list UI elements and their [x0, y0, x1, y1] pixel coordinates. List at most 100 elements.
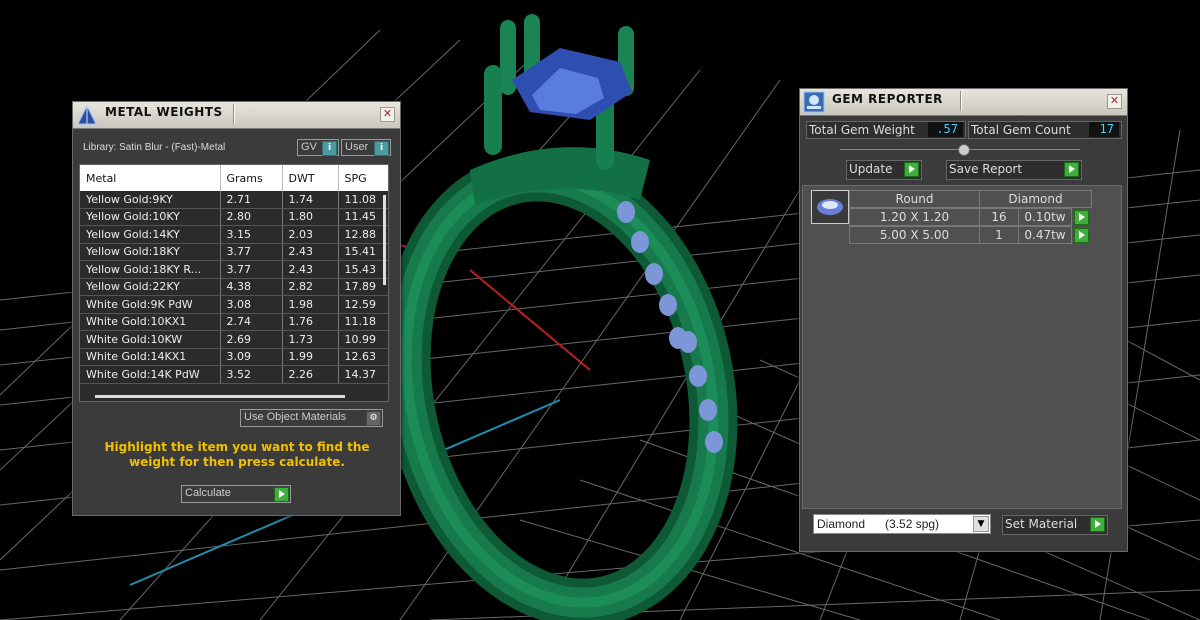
- table-row[interactable]: White Gold:10KX1 2.74 1.76 11.18: [80, 313, 388, 331]
- ring-model: [382, 14, 738, 620]
- gem-count: 16: [979, 208, 1019, 226]
- metal-table-container[interactable]: Metal Grams DWT SPG Yellow Gold:9KY 2.71 1.74…: [79, 164, 389, 402]
- total-gem-count-label: Total Gem Count: [971, 123, 1071, 137]
- table-row[interactable]: Yellow Gold:22KY 4.38 2.82 17.89: [80, 278, 388, 296]
- gem-reporter-logo-icon: [803, 91, 825, 113]
- gv-label: GV: [301, 141, 317, 153]
- table-cell: 1.99: [282, 348, 339, 366]
- calculate-label: Calculate: [185, 487, 231, 499]
- gem-thumbnail[interactable]: [811, 190, 849, 224]
- table-cell: 2.43: [282, 260, 339, 279]
- column-header-metal[interactable]: Metal: [80, 165, 221, 191]
- horizontal-scrollbar[interactable]: [95, 395, 345, 398]
- table-cell: 1.98: [282, 295, 339, 314]
- metal-weights-panel: METAL WEIGHTS ✕ Library: Satin Blur - (F…: [72, 101, 401, 516]
- calculate-button[interactable]: Calculate: [181, 485, 291, 503]
- table-cell: 10.99: [338, 330, 388, 349]
- column-header-dwt[interactable]: DWT: [282, 165, 339, 191]
- total-gem-weight-label: Total Gem Weight: [809, 123, 915, 137]
- table-cell: 3.77: [220, 260, 283, 279]
- table-cell: Yellow Gold:14KY: [80, 225, 221, 244]
- info-icon[interactable]: i: [322, 141, 337, 156]
- table-cell: White Gold:10KW: [80, 330, 221, 349]
- gem-list-area[interactable]: Round Diamond 1.20 X 1.20 16 0.10tw 5.00…: [802, 185, 1122, 509]
- table-cell: Yellow Gold:10KY: [80, 208, 221, 226]
- instruction-text: Highlight the item you want to find the …: [104, 440, 370, 469]
- close-icon[interactable]: ✕: [1107, 94, 1122, 109]
- update-label: Update: [849, 162, 893, 176]
- save-report-label: Save Report: [949, 162, 1023, 176]
- table-row[interactable]: White Gold:14K PdW 3.52 2.26 14.37: [80, 365, 388, 384]
- splitter-knob[interactable]: [958, 144, 970, 156]
- material-select-value: Diamond (3.52 spg): [817, 517, 940, 531]
- table-cell: 12.59: [338, 295, 388, 314]
- gem-row[interactable]: 5.00 X 5.00 1 0.47tw: [849, 226, 1109, 244]
- settings-icon[interactable]: ⚙: [366, 411, 381, 426]
- table-cell: 2.74: [220, 313, 283, 331]
- info-icon[interactable]: i: [374, 141, 389, 156]
- set-material-button[interactable]: Set Material: [1002, 515, 1108, 535]
- play-icon[interactable]: [274, 487, 289, 502]
- table-cell: 3.52: [220, 365, 283, 384]
- table-cell: Yellow Gold:9KY: [80, 191, 221, 209]
- table-cell: 2.43: [282, 243, 339, 261]
- table-cell: Yellow Gold:18KY: [80, 243, 221, 261]
- table-row[interactable]: Yellow Gold:18KY 3.77 2.43 15.41: [80, 243, 388, 261]
- x-axis-line: [469, 269, 591, 371]
- update-button[interactable]: Update: [846, 160, 922, 180]
- table-cell: 2.71: [220, 191, 283, 209]
- user-select[interactable]: User i: [341, 139, 391, 156]
- table-row[interactable]: White Gold:9K PdW 3.08 1.98 12.59: [80, 295, 388, 314]
- total-gem-count-value: 17: [1089, 122, 1119, 137]
- set-material-label: Set Material: [1005, 517, 1078, 531]
- gem-reporter-panel: GEM REPORTER ✕ Total Gem Weight .57 Tota…: [799, 88, 1128, 552]
- save-report-button[interactable]: Save Report: [946, 160, 1082, 180]
- play-icon[interactable]: [1074, 210, 1089, 225]
- table-cell: 2.26: [282, 365, 339, 384]
- play-icon: [904, 162, 919, 177]
- table-row[interactable]: Yellow Gold:18KY R... 3.77 2.43 15.43: [80, 260, 388, 279]
- play-icon: [1064, 162, 1079, 177]
- table-cell: 2.03: [282, 225, 339, 244]
- gem-reporter-titlebar[interactable]: GEM REPORTER ✕: [800, 89, 1127, 116]
- table-cell: 15.43: [338, 260, 388, 279]
- column-header-spg[interactable]: SPG: [338, 165, 388, 191]
- table-cell: White Gold:14KX1: [80, 348, 221, 366]
- table-row[interactable]: White Gold:14KX1 3.09 1.99 12.63: [80, 348, 388, 366]
- gem-size: 1.20 X 1.20: [849, 208, 980, 226]
- table-cell: 3.77: [220, 243, 283, 261]
- gv-select[interactable]: GV i: [297, 139, 339, 156]
- table-cell: 11.18: [338, 313, 388, 331]
- play-icon: [1090, 517, 1105, 532]
- metal-weights-title: METAL WEIGHTS: [105, 105, 223, 119]
- gem-cut-header: Round: [849, 190, 980, 208]
- use-object-materials-select[interactable]: Use Object Materials ⚙: [240, 409, 383, 427]
- close-icon[interactable]: ✕: [380, 107, 395, 122]
- table-cell: 12.63: [338, 348, 388, 366]
- table-cell: 3.15: [220, 225, 283, 244]
- chevron-down-icon[interactable]: ▼: [973, 516, 989, 532]
- table-cell: 3.08: [220, 295, 283, 314]
- table-row[interactable]: Yellow Gold:14KY 3.15 2.03 12.88: [80, 225, 388, 244]
- table-cell: 15.41: [338, 243, 388, 261]
- gem-size: 5.00 X 5.00: [849, 226, 980, 244]
- table-cell: 3.09: [220, 348, 283, 366]
- library-label: Library: Satin Blur - (Fast)-Metal: [83, 142, 226, 153]
- table-cell: White Gold:10KX1: [80, 313, 221, 331]
- table-cell: 17.89: [338, 278, 388, 296]
- column-header-grams[interactable]: Grams: [220, 165, 283, 191]
- table-row[interactable]: Yellow Gold:10KY 2.80 1.80 11.45: [80, 208, 388, 226]
- vertical-scrollbar[interactable]: [383, 195, 386, 285]
- table-cell: 1.80: [282, 208, 339, 226]
- table-cell: Yellow Gold:18KY R...: [80, 260, 221, 279]
- table-row[interactable]: Yellow Gold:9KY 2.71 1.74 11.08: [80, 191, 388, 209]
- table-cell: 2.69: [220, 330, 283, 349]
- gem-row[interactable]: 1.20 X 1.20 16 0.10tw: [849, 208, 1109, 226]
- table-cell: 2.82: [282, 278, 339, 296]
- play-icon[interactable]: [1074, 228, 1089, 243]
- material-select[interactable]: Diamond (3.52 spg) ▼: [813, 514, 991, 534]
- table-cell: White Gold:9K PdW: [80, 295, 221, 314]
- total-gem-weight-field: Total Gem Weight .57: [806, 121, 966, 139]
- table-row[interactable]: White Gold:10KW 2.69 1.73 10.99: [80, 330, 388, 349]
- metal-weights-titlebar[interactable]: METAL WEIGHTS ✕: [73, 102, 400, 129]
